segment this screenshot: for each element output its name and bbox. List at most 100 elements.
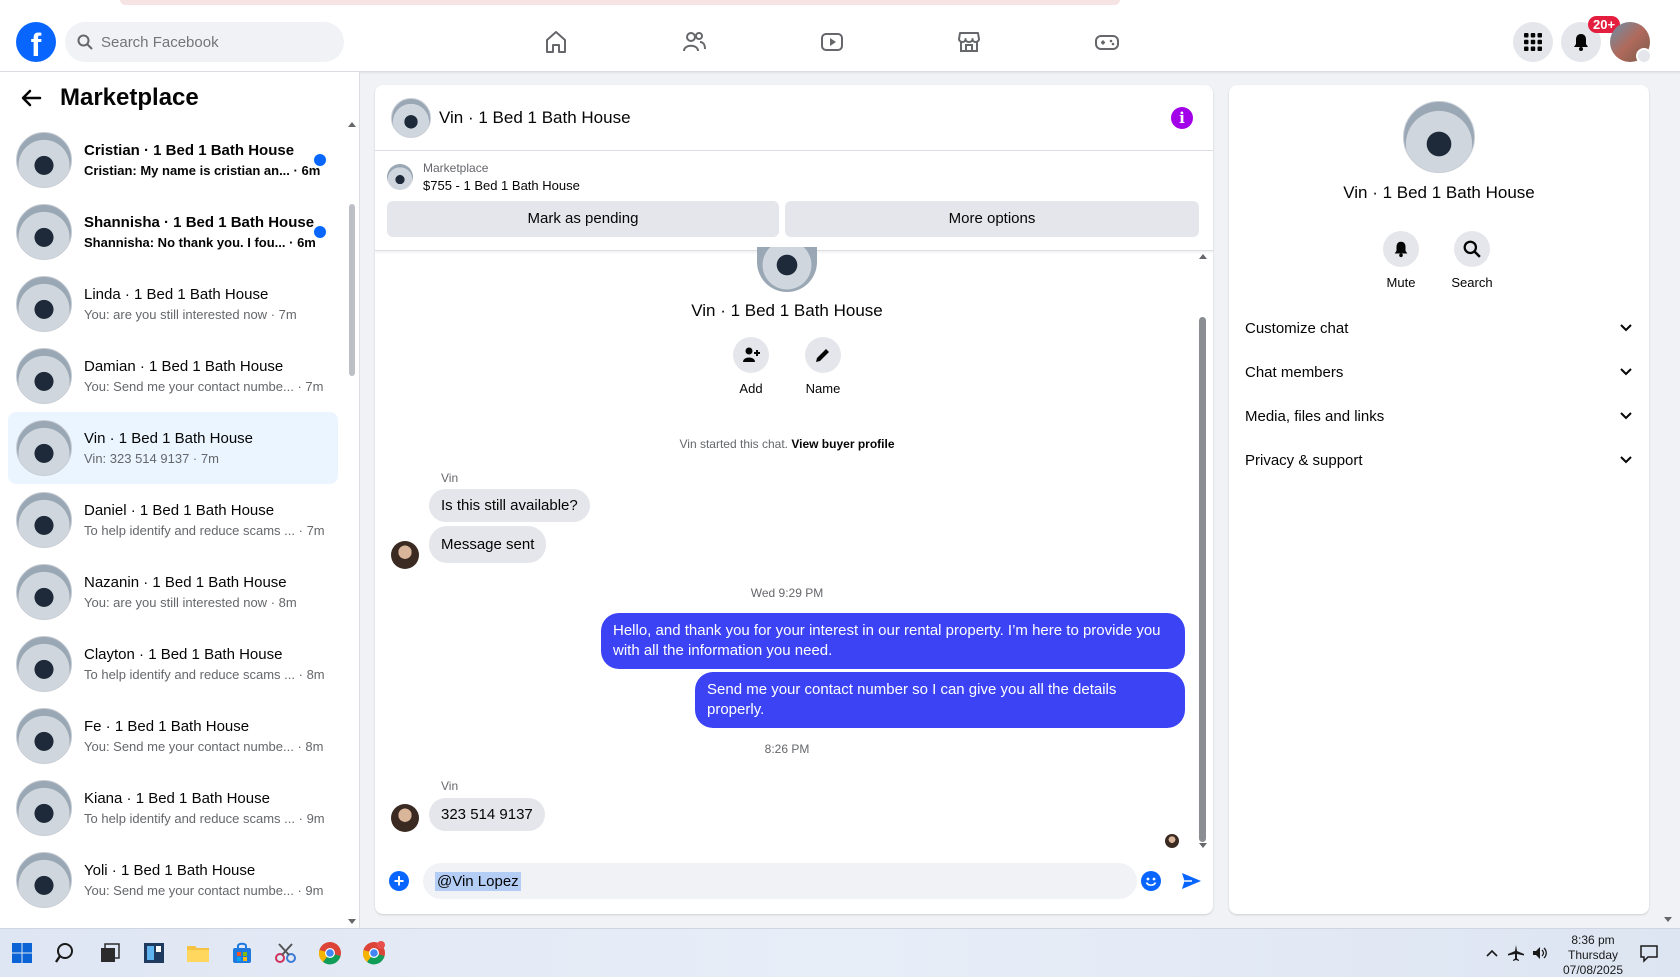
search-label: Search: [1451, 275, 1493, 290]
sender-name: Vin: [441, 471, 459, 485]
message-input[interactable]: @Vin Lopez: [423, 863, 1137, 899]
conversation-item[interactable]: Cristian · 1 Bed 1 Bath House Cristian: M…: [8, 124, 338, 196]
store-icon[interactable]: [230, 941, 254, 965]
sidebar-scrollbar[interactable]: [349, 204, 355, 376]
started-text: Vin started this chat.: [679, 437, 792, 451]
listing-thumbnail: [387, 164, 413, 190]
conversation-item[interactable]: Damian · 1 Bed 1 Bath House You: Send me …: [8, 340, 338, 412]
task-view-icon[interactable]: [98, 941, 122, 965]
conversation-name: Kiana · 1 Bed 1 Bath House: [84, 790, 270, 807]
listing-label: Marketplace: [423, 161, 489, 175]
preview-text: Cristian: My name is cristian an...: [84, 163, 290, 178]
sender-avatar[interactable]: [391, 804, 419, 832]
facebook-logo-icon[interactable]: f: [16, 22, 56, 62]
preview-time: · 8m: [293, 739, 324, 754]
notification-center-icon[interactable]: [1637, 941, 1661, 965]
taskbar-search-icon[interactable]: [54, 941, 78, 965]
more-options-button[interactable]: More options: [785, 201, 1199, 237]
add-person-icon: [743, 347, 760, 362]
airplane-mode-icon[interactable]: [1504, 941, 1528, 965]
conversation-item[interactable]: Yoli · 1 Bed 1 Bath House You: Send me yo…: [8, 844, 338, 916]
conversation-item[interactable]: Vin · 1 Bed 1 Bath House Vin: 323 514 913…: [8, 412, 338, 484]
chat-info-panel: Vin · 1 Bed 1 Bath House Mute Search Cus…: [1229, 85, 1649, 914]
chat-started-notice: Vin started this chat. View buyer profil…: [375, 437, 1199, 451]
widgets-icon[interactable]: [142, 941, 166, 965]
unread-dot-icon: [314, 226, 326, 238]
incoming-message[interactable]: Is this still available?: [429, 489, 590, 522]
clock-time: 8:36 pm: [1571, 933, 1615, 947]
chrome-profile-icon[interactable]: [362, 941, 386, 965]
info-icon[interactable]: i: [1171, 107, 1193, 129]
chat-scrollbar[interactable]: [1199, 317, 1206, 842]
incoming-message[interactable]: Message sent: [429, 526, 547, 563]
section-media-files-links[interactable]: Media, files and links: [1245, 396, 1633, 436]
conversation-name: Vin · 1 Bed 1 Bath House: [84, 430, 253, 447]
mark-as-pending-button[interactable]: Mark as pending: [387, 201, 779, 237]
search-action[interactable]: Search: [1437, 231, 1507, 290]
conversation-item[interactable]: Kiana · 1 Bed 1 Bath House To help identi…: [8, 772, 338, 844]
conversation-item[interactable]: Shannisha · 1 Bed 1 Bath House Shannisha:…: [8, 196, 338, 268]
section-chat-members[interactable]: Chat members: [1245, 352, 1633, 392]
plus-icon[interactable]: +: [389, 871, 409, 891]
page-scroll-down-icon[interactable]: [1663, 916, 1673, 924]
listing-info[interactable]: Marketplace $755 - 1 Bed 1 Bath House: [387, 161, 580, 193]
back-arrow-icon[interactable]: [20, 87, 42, 109]
video-icon[interactable]: [816, 26, 848, 58]
view-buyer-profile-link[interactable]: View buyer profile: [791, 437, 894, 451]
marketplace-icon[interactable]: [953, 26, 985, 58]
chrome-icon[interactable]: [318, 941, 342, 965]
file-explorer-icon[interactable]: [186, 941, 210, 965]
conversation-item[interactable]: Daniel · 1 Bed 1 Bath House To help ident…: [8, 484, 338, 556]
search-input[interactable]: [101, 33, 321, 51]
conversation-item[interactable]: Fe · 1 Bed 1 Bath House You: Send me your…: [8, 700, 338, 772]
pencil-icon: [816, 349, 829, 362]
conversation-preview: Vin: 323 514 9137 · 7m: [84, 451, 324, 466]
menu-grid-icon[interactable]: [1513, 22, 1553, 62]
unread-dot-icon: [314, 154, 326, 166]
mute-action[interactable]: Mute: [1366, 231, 1436, 290]
home-icon[interactable]: [540, 26, 572, 58]
search-box[interactable]: [65, 22, 344, 62]
send-icon[interactable]: [1180, 870, 1202, 892]
conversation-item[interactable]: Clayton · 1 Bed 1 Bath House To help iden…: [8, 628, 338, 700]
snipping-tool-icon[interactable]: [274, 941, 298, 965]
scroll-down-icon[interactable]: [347, 918, 357, 926]
name-action[interactable]: Name: [793, 337, 853, 396]
conversation-thumbnail: [16, 132, 72, 188]
chevron-up-icon[interactable]: [1480, 941, 1504, 965]
scroll-up-icon[interactable]: [347, 120, 357, 128]
chevron-down-icon: [1620, 324, 1632, 332]
mute-label: Mute: [1386, 275, 1416, 290]
section-privacy-support[interactable]: Privacy & support: [1245, 440, 1633, 480]
add-action[interactable]: Add: [721, 337, 781, 396]
gaming-icon[interactable]: [1091, 26, 1123, 58]
preview-text: To help identify and reduce scams ...: [84, 667, 296, 682]
incoming-message[interactable]: 323 514 9137: [429, 798, 545, 831]
scroll-down-icon[interactable]: [1198, 842, 1208, 850]
info-avatar[interactable]: [1403, 101, 1475, 173]
windows-start-icon[interactable]: [10, 941, 34, 965]
outgoing-message[interactable]: Hello, and thank you for your interest i…: [601, 613, 1185, 669]
conversation-name: Damian · 1 Bed 1 Bath House: [84, 358, 284, 375]
conversation-name: Daniel · 1 Bed 1 Bath House: [84, 502, 275, 519]
taskbar-clock[interactable]: 8:36 pm Thursday 07/08/2025: [1548, 933, 1638, 977]
chevron-down-icon: [1620, 456, 1632, 464]
section-customize-chat[interactable]: Customize chat: [1245, 308, 1633, 348]
sender-avatar[interactable]: [391, 541, 419, 569]
chat-title[interactable]: Vin · 1 Bed 1 Bath House: [439, 108, 631, 128]
chevron-down-icon[interactable]: [1636, 48, 1652, 64]
preview-time: · 8m: [295, 667, 324, 682]
preview-time: · 9m: [295, 811, 324, 826]
conversation-preview: To help identify and reduce scams ... · …: [84, 811, 324, 826]
chat-thumbnail[interactable]: [391, 97, 431, 138]
friends-icon[interactable]: [678, 26, 710, 58]
conversation-item[interactable]: Nazanin · 1 Bed 1 Bath House You: are you…: [8, 556, 338, 628]
scroll-up-icon[interactable]: [1198, 252, 1208, 260]
timestamp: 8:26 PM: [764, 742, 810, 756]
message-input-value[interactable]: @Vin Lopez: [435, 871, 521, 891]
emoji-icon[interactable]: [1141, 871, 1161, 891]
chat-header: Vin · 1 Bed 1 Bath House i: [375, 85, 1213, 151]
conversation-item[interactable]: Linda · 1 Bed 1 Bath House You: are you s…: [8, 268, 338, 340]
outgoing-message[interactable]: Send me your contact number so I can giv…: [695, 672, 1185, 728]
conversation-name: Fe · 1 Bed 1 Bath House: [84, 718, 250, 735]
